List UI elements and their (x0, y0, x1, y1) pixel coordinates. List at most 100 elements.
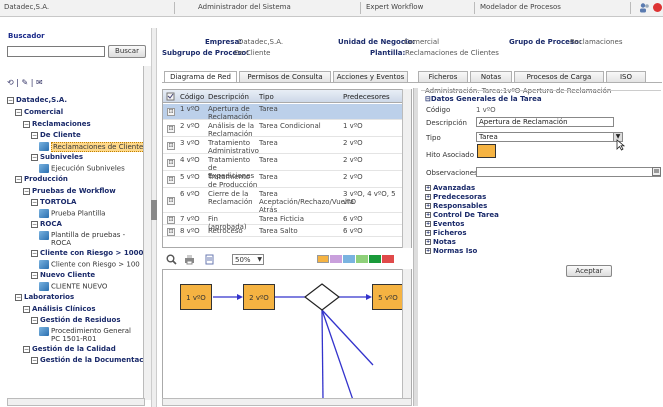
select-all-icon[interactable] (166, 92, 175, 101)
tree-node[interactable]: − ROCA (31, 220, 62, 228)
tab-iso[interactable]: ISO (606, 71, 646, 82)
row-select-icon[interactable]: ⊡ (167, 215, 175, 224)
section-predecesoras[interactable]: + Predecesoras (425, 193, 486, 201)
table-row[interactable]: ⊡ 1 vºO Apertura de Reclamación Tarea (163, 104, 411, 121)
expand-icon[interactable]: + (425, 194, 431, 200)
diagram-node[interactable]: 1 vºO (180, 284, 212, 310)
tree-toolbar[interactable]: ⟲ | ✎ | ✉ (7, 78, 52, 90)
accept-button[interactable]: Aceptar (566, 265, 612, 277)
section-control-de-tarea[interactable]: + Control De Tarea (425, 211, 499, 219)
table-row[interactable]: ⊡ 7 vºO Fin (aprobada) Tarea Ficticia 6 vºO (163, 214, 411, 231)
tipo-select[interactable]: Tarea ▼ (476, 132, 623, 142)
search-input[interactable] (7, 46, 105, 57)
color-swatch-purple[interactable] (330, 255, 342, 263)
collapse-icon[interactable]: − (31, 131, 38, 139)
tree-leaf[interactable]: Procedimiento General PC 1501-R01 (39, 327, 142, 343)
tree-node[interactable]: − De Cliente (31, 131, 81, 139)
expand-icon[interactable]: + (425, 185, 431, 191)
section-normas-iso[interactable]: + Normas Iso (425, 247, 477, 255)
tree-node[interactable]: − Subniveles (31, 153, 83, 161)
collapse-icon[interactable]: − (31, 153, 38, 161)
diagram-node[interactable]: 2 vºO (243, 284, 275, 310)
tree-node[interactable]: −Gestión de la Documentación (31, 356, 144, 364)
collapse-icon[interactable]: − (15, 108, 22, 116)
tree-node[interactable]: − Gestión de Residuos (31, 316, 121, 324)
print-icon[interactable] (184, 254, 195, 265)
table-row[interactable]: ⊡ 6 vºO Cierre de la Reclamación Tarea Acep… (163, 189, 411, 214)
tab-acciones-y-eventos[interactable]: Acciones y Eventos (333, 71, 408, 82)
panel-splitter[interactable] (413, 88, 418, 406)
tab-permisos-de-consulta[interactable]: Permisos de Consulta (239, 71, 331, 82)
descripcion-field[interactable]: Apertura de Reclamación (476, 117, 614, 127)
grid-scrollbar[interactable] (402, 89, 411, 248)
tab-procesos-de-carga[interactable]: Procesos de Carga (514, 71, 604, 82)
search-button[interactable]: Buscar (108, 45, 146, 58)
row-select-icon[interactable]: ⊡ (167, 227, 175, 236)
export-icon[interactable] (204, 254, 215, 265)
tree-leaf[interactable]: CLIENTE NUEVO (39, 282, 107, 291)
col-descripcion[interactable]: Descripción (208, 93, 249, 101)
tree-node[interactable]: − Análisis Clínicos (23, 305, 96, 313)
observaciones-field[interactable] (476, 167, 661, 177)
table-row[interactable]: ⊡ 3 vºO Tratamiento Administrativo Tarea 2 v… (163, 138, 411, 155)
collapse-icon[interactable]: − (31, 249, 38, 257)
section-ficheros[interactable]: + Ficheros (425, 229, 467, 237)
section-eventos[interactable]: + Eventos (425, 220, 464, 228)
expand-icon[interactable]: + (425, 221, 431, 227)
collapse-sidebar-handle[interactable] (151, 200, 157, 220)
collapse-icon[interactable]: − (23, 187, 30, 195)
tree-leaf[interactable]: Prueba Plantilla (39, 209, 105, 218)
tree-node[interactable]: − TORTOLA (31, 198, 76, 206)
tree-node[interactable]: − Nuevo Cliente (31, 271, 95, 279)
expand-icon[interactable]: + (425, 230, 431, 236)
tree-leaf[interactable]: Cliente con Riesgo > 100 (39, 260, 140, 269)
section-notas[interactable]: + Notas (425, 238, 456, 246)
color-swatch-blue[interactable] (343, 255, 355, 263)
tree-node[interactable]: − Datadec,S.A. (7, 96, 67, 104)
table-row[interactable]: ⊡ 2 vºO Análisis de la Reclamación Tarea Co… (163, 121, 411, 138)
expand-icon[interactable]: + (425, 239, 431, 245)
zoom-icon[interactable] (166, 254, 177, 265)
section-avanzadas[interactable]: + Avanzadas (425, 184, 475, 192)
col-tipo[interactable]: Tipo (259, 93, 274, 101)
tree-leaf[interactable]: Reclamaciones de Cliente (39, 141, 144, 152)
table-row[interactable]: ⊡ 5 vºO Tratamiento de Producción Tarea 2 vº… (163, 172, 411, 189)
color-swatch-light-green[interactable] (356, 255, 368, 263)
network-diagram[interactable]: 1 vºO 2 vºO 5 vºO (162, 269, 412, 399)
zoom-select[interactable]: 50% ▼ (232, 254, 264, 265)
collapse-icon[interactable]: − (31, 220, 38, 228)
tree-leaf[interactable]: Plantilla de pruebas - ROCA (39, 231, 142, 247)
hito-color-picker[interactable] (477, 144, 496, 158)
color-swatch-red[interactable] (382, 255, 394, 263)
row-select-icon[interactable]: ⊡ (167, 142, 175, 150)
section-responsables[interactable]: + Responsables (425, 202, 487, 210)
table-row[interactable]: ⊡ 8 vºO Retroceso Tarea Salto 6 vºO (163, 226, 411, 237)
users-icon[interactable] (639, 2, 650, 13)
diagram-scrollbar[interactable] (402, 269, 411, 399)
row-select-icon[interactable]: ⊡ (167, 176, 175, 184)
tab-diagrama-de-red[interactable]: Diagrama de Red (164, 71, 237, 82)
collapse-icon[interactable]: − (15, 293, 22, 301)
collapse-icon[interactable]: − (23, 305, 30, 313)
tree-leaf[interactable]: Ejecución Subniveles (39, 164, 125, 173)
tree-node[interactable]: − Gestión de la Calidad (23, 345, 116, 353)
row-select-icon[interactable]: ⊡ (167, 125, 175, 133)
color-swatch-orange[interactable] (317, 255, 329, 263)
expand-icon[interactable]: + (425, 212, 431, 218)
expand-icon[interactable] (652, 167, 661, 176)
tree-node[interactable]: − Producción (15, 175, 68, 183)
tree-node[interactable]: − Comercial (15, 108, 63, 116)
collapse-icon[interactable]: − (31, 198, 38, 206)
tab-notas[interactable]: Notas (470, 71, 512, 82)
row-select-icon[interactable]: ⊡ (167, 197, 175, 205)
tree-scrollbar[interactable] (143, 66, 151, 400)
collapse-icon[interactable]: − (15, 175, 22, 183)
collapse-icon[interactable]: − (31, 316, 38, 324)
collapse-icon[interactable]: − (7, 96, 14, 104)
row-select-icon[interactable]: ⊡ (167, 159, 175, 167)
diagram-horizontal-scrollbar[interactable] (162, 398, 412, 406)
tree-horizontal-scrollbar[interactable] (7, 398, 145, 406)
col-codigo[interactable]: Código (180, 93, 204, 101)
expand-icon[interactable]: + (425, 203, 431, 209)
collapse-icon[interactable]: − (23, 345, 30, 353)
